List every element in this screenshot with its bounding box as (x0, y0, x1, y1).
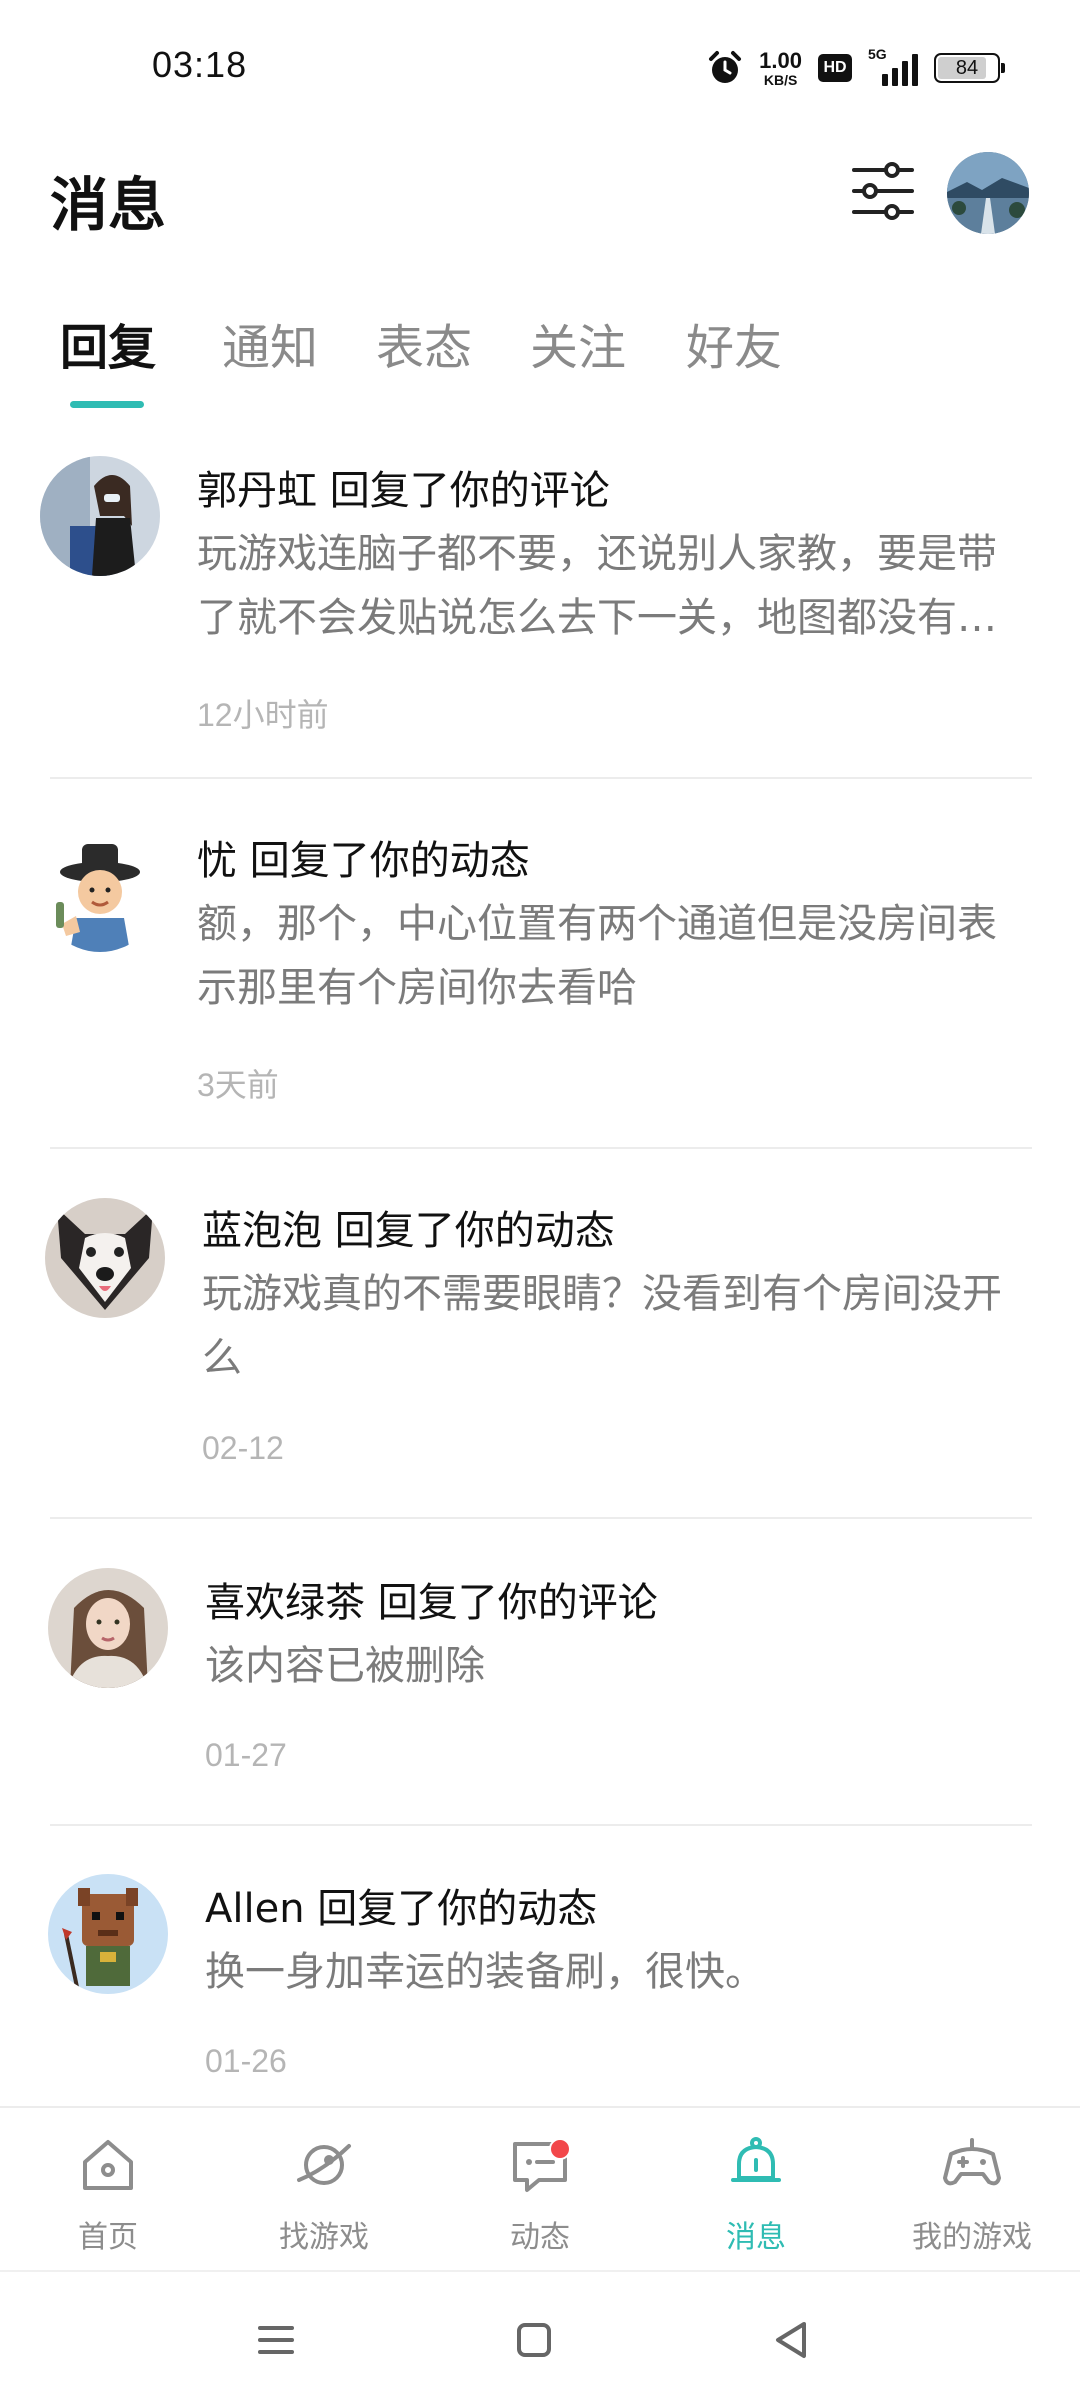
menu-icon[interactable] (246, 2310, 306, 2370)
husky-dog-avatar-icon (45, 1198, 165, 1318)
message-time: 02-12 (202, 1430, 284, 1466)
nav-feed[interactable]: 动态 (432, 2108, 648, 2272)
cellular-signal-icon: 5G (868, 46, 918, 86)
network-speed-unit: KB/S (763, 71, 798, 88)
cartoon-scholar-avatar-icon (40, 832, 160, 952)
message-body: 玩游戏真的不需要眼睛？没看到有个房间没开么 (202, 1271, 1002, 1381)
nav-home-label: 首页 (78, 2220, 138, 2255)
hd-badge: HD (818, 54, 852, 82)
message-avatar[interactable] (40, 832, 160, 952)
bottom-nav: 首页 找游戏 动态 消息 我的游戏 (0, 2106, 1080, 2270)
home-icon (83, 2140, 133, 2190)
planet-icon (297, 2144, 351, 2185)
tab-reaction[interactable]: 表态 (376, 308, 472, 378)
network-speed-value: 1.00 (759, 47, 802, 73)
notification-badge (549, 2138, 571, 2160)
divider (50, 1824, 1032, 1826)
battery-percent: 84 (955, 56, 979, 79)
network-speed: 1.00 KB/S (759, 47, 802, 88)
tab-active-indicator (70, 401, 144, 408)
network-type-label: 5G (868, 46, 887, 62)
nav-my-games[interactable]: 我的游戏 (864, 2108, 1080, 2272)
back-triangle-icon[interactable] (762, 2310, 822, 2370)
system-nav-bar (0, 2270, 1080, 2400)
nav-messages-label: 消息 (726, 2220, 786, 2255)
nav-find-games-label: 找游戏 (279, 2220, 369, 2255)
message-time: 12小时前 (197, 697, 329, 733)
road-landscape-avatar-icon (947, 152, 1029, 234)
message-title: 郭丹虹 回复了你的评论 (197, 468, 610, 514)
status-icons: 1.00 KB/S HD 5G 84 (707, 46, 1005, 90)
nav-find-games[interactable]: 找游戏 (216, 2108, 432, 2272)
divider (50, 777, 1032, 779)
message-time: 01-26 (205, 2043, 287, 2079)
woman-photo-avatar-icon (40, 456, 160, 576)
message-body: 换一身加幸运的装备刷，很快。 (205, 1949, 765, 1995)
square-home-icon[interactable] (504, 2310, 564, 2370)
message-time: 3天前 (197, 1067, 279, 1103)
message-body: 玩游戏连脑子都不要，还说别人家教，要是带了就不会发贴说怎么去下一关，地图都没有看… (197, 531, 997, 641)
divider (50, 1517, 1032, 1519)
divider (50, 1147, 1032, 1149)
message-title: Allen 回复了你的动态 (205, 1886, 598, 1932)
battery-icon: 84 (934, 53, 1005, 83)
nav-messages[interactable]: 消息 (648, 2108, 864, 2272)
nav-feed-label: 动态 (510, 2220, 570, 2255)
message-avatar[interactable] (48, 1568, 168, 1688)
tab-friends[interactable]: 好友 (686, 308, 782, 378)
alarm-clock-icon (709, 51, 742, 83)
nav-my-games-label: 我的游戏 (912, 2220, 1032, 2255)
status-bar: 03:18 1.00 KB/S HD 5G 84 (0, 0, 1080, 130)
message-time: 01-27 (205, 1737, 287, 1773)
user-avatar[interactable] (947, 152, 1029, 234)
message-title: 蓝泡泡 回复了你的动态 (202, 1208, 615, 1254)
gamepad-icon (943, 2138, 1001, 2186)
message-avatar[interactable] (40, 456, 160, 576)
message-body: 额，那个，中心位置有两个通道但是没房间表示那里有个房间你去看哈 (197, 901, 997, 1011)
tab-follow[interactable]: 关注 (530, 308, 626, 378)
page-title: 消息 (50, 171, 167, 239)
message-title: 忧 回复了你的动态 (197, 838, 530, 884)
tab-reply[interactable]: 回复 (60, 308, 156, 378)
nav-home[interactable]: 首页 (0, 2108, 216, 2272)
sliders-icon[interactable] (850, 158, 916, 224)
status-time: 03:18 (152, 44, 248, 85)
girl-portrait-avatar-icon (48, 1568, 168, 1688)
brick-figure-avatar-icon (48, 1874, 168, 1994)
message-title: 喜欢绿茶 回复了你的评论 (205, 1580, 658, 1626)
message-avatar[interactable] (48, 1874, 168, 1994)
message-body: 该内容已被删除 (205, 1643, 485, 1689)
message-tabs: 回复 通知 表态 关注 好友 (0, 308, 1080, 408)
message-avatar[interactable] (45, 1198, 165, 1318)
tab-notice[interactable]: 通知 (222, 308, 318, 378)
bell-icon (731, 2137, 781, 2182)
